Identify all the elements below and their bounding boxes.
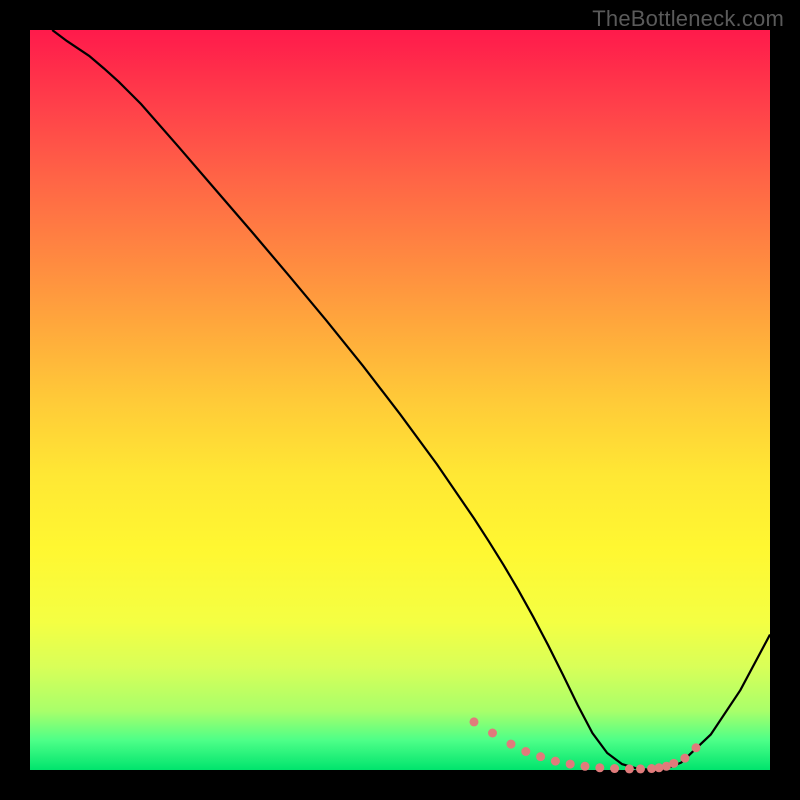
marker-dot [470, 717, 479, 726]
chart-overlay-svg [30, 30, 770, 770]
marker-dot [692, 743, 701, 752]
marker-dot [610, 764, 619, 773]
marker-dot [488, 729, 497, 738]
watermark-text: TheBottleneck.com [592, 6, 784, 32]
plot-gradient-area [30, 30, 770, 770]
main-curve [52, 30, 770, 770]
marker-dot [581, 762, 590, 771]
marker-dot [551, 757, 560, 766]
marker-dot [680, 754, 689, 763]
marker-dot [625, 764, 634, 773]
marker-dot [669, 759, 678, 768]
marker-dot [566, 760, 575, 769]
marker-dots [470, 717, 701, 773]
chart-frame: TheBottleneck.com [0, 0, 800, 800]
marker-dot [636, 764, 645, 773]
marker-dot [507, 740, 516, 749]
marker-dot [521, 747, 530, 756]
marker-dot [536, 752, 545, 761]
marker-dot [655, 763, 664, 772]
marker-dot [595, 763, 604, 772]
